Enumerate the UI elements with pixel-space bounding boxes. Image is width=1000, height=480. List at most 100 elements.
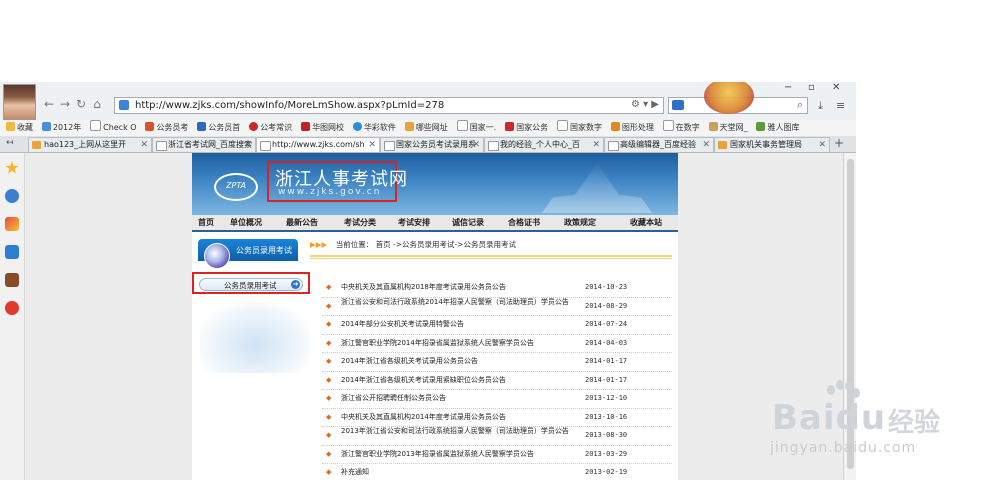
- menu-policies[interactable]: 政策规定: [564, 215, 596, 230]
- forward-arrow-icon[interactable]: →: [58, 97, 72, 111]
- app-store-icon[interactable]: [5, 217, 19, 231]
- notice-row[interactable]: ◆ 中央机关及其直属机构2018年度考试录用公务员公告 2014-10-23: [322, 279, 672, 298]
- bookmark-item[interactable]: 国家一.: [456, 120, 496, 136]
- side-button-label: 公务员录用考试: [224, 281, 277, 290]
- menu-categories[interactable]: 考试分类: [344, 215, 376, 230]
- new-tab-icon[interactable]: +: [834, 136, 844, 150]
- close-tab-icon[interactable]: ✕: [702, 138, 710, 152]
- menu-certificates[interactable]: 合格证书: [508, 215, 540, 230]
- bookmark-item[interactable]: 哪些网址: [404, 120, 448, 136]
- close-tab-icon[interactable]: ✕: [818, 138, 826, 152]
- tab-favicon: [718, 141, 727, 149]
- side-header-label: 公务员录用考试: [236, 246, 292, 255]
- notice-date: 2013-12-10: [585, 394, 628, 402]
- notice-title[interactable]: 2014年部分公安机关考试录用特警公告: [341, 320, 581, 329]
- tab-zjks-active[interactable]: http://www.zjks.com/sh ✕: [256, 137, 380, 152]
- tab-history-icon[interactable]: ↤: [6, 138, 14, 148]
- favorites-star-icon[interactable]: [5, 161, 19, 174]
- notice-row[interactable]: ◆ 2014年浙江省各级机关考试录用紧缺职位公务员公告 2014-01-17: [322, 372, 672, 390]
- bookmark-item[interactable]: 2012年: [41, 120, 81, 136]
- tab-my-experience[interactable]: 我的经验_个人中心_百 ✕: [484, 137, 604, 152]
- breadcrumb: ▶▶▶ 当前位置： 首页 ->公务员录用考试->公务员录用考试: [310, 239, 670, 253]
- notice-row[interactable]: ◆ 浙江省公开招聘聘任制公务员公告 2013-12-10: [322, 390, 672, 409]
- menu-home[interactable]: 首页: [198, 215, 214, 230]
- reload-icon[interactable]: ↻: [74, 97, 88, 111]
- bookmark-item[interactable]: 公考常识: [249, 120, 292, 136]
- notice-title[interactable]: 浙江省公开招聘聘任制公务员公告: [341, 394, 581, 403]
- menu-about[interactable]: 单位概况: [230, 215, 262, 230]
- notice-row[interactable]: ◆ 补充通知 2013-02-19: [322, 464, 672, 480]
- close-tab-icon[interactable]: ✕: [140, 138, 148, 152]
- tab-hao123[interactable]: hao123_上网从这里开 ✕: [28, 137, 152, 152]
- tab-civil-service[interactable]: 国家公务员考试录用系 ✕: [380, 137, 484, 152]
- breadcrumb-path[interactable]: 首页 ->公务员录用考试->公务员录用考试: [376, 240, 516, 249]
- notice-title[interactable]: 浙江警官职业学院2013年招录省属监狱系统人民警察学员公告: [341, 450, 581, 459]
- notice-title[interactable]: 2014年浙江省各级机关考试录用公务员公告: [341, 357, 581, 366]
- address-bar[interactable]: http://www.zjks.com/showInfo/MoreLmShow.…: [114, 97, 664, 114]
- notice-title[interactable]: 2013年浙江省公安和司法行政系统招录人民警察（司法助理员）学员公告: [341, 427, 581, 436]
- bookmark-item[interactable]: 在数字: [662, 120, 700, 136]
- notice-row[interactable]: ◆ 2013年浙江省公安和司法行政系统招录人民警察（司法助理员）学员公告 2013-…: [322, 427, 672, 446]
- notice-row[interactable]: ◆ 2014年浙江省各级机关考试录用公务员公告 2014-01-17: [322, 353, 672, 372]
- download-icon[interactable]: ⤓: [818, 99, 823, 113]
- bookmark-item[interactable]: Check O: [90, 120, 137, 136]
- bullet-icon: ◆: [326, 449, 332, 458]
- close-tab-icon[interactable]: ✕: [368, 138, 376, 152]
- notice-row[interactable]: ◆ 浙江省公安和司法行政系统2014年招录人民警察（司法助理员）学员公告 2014-…: [322, 298, 672, 316]
- close-tab-icon[interactable]: ✕: [472, 138, 480, 152]
- menu-schedule[interactable]: 考试安排: [398, 215, 430, 230]
- site-banner: ZPTA 浙江人事考试网 www.zjks.gov.cn: [192, 153, 678, 215]
- notice-row[interactable]: ◆ 浙江警官职业学院2013年招录省属监狱系统人民警察学员公告 2013-03-29: [322, 446, 672, 464]
- bullet-icon: ◆: [326, 320, 332, 328]
- menu-icon[interactable]: ≡: [836, 99, 845, 112]
- menu-latest[interactable]: 最新公告: [286, 215, 318, 230]
- notice-date: 2014-08-29: [585, 301, 628, 310]
- close-icon[interactable]: ✕: [832, 82, 840, 93]
- tab-favicon: [488, 141, 499, 151]
- notice-title[interactable]: 补充通知: [341, 468, 581, 477]
- minimize-icon[interactable]: −: [784, 82, 792, 93]
- tab-government[interactable]: 国家机关事务管理局 ✕: [714, 137, 830, 152]
- bookmark-item[interactable]: 收藏: [6, 120, 33, 136]
- notice-date: 2014-04-03: [585, 338, 628, 347]
- notes-icon[interactable]: [5, 273, 19, 287]
- bookmark-item[interactable]: 公务员考: [145, 120, 188, 136]
- bookmark-item[interactable]: 国家公务: [505, 120, 548, 136]
- notice-list: ◆ 中央机关及其直属机构2018年度考试录用公务员公告 2014-10-23 ◆ 浙江省…: [322, 279, 672, 480]
- notice-row[interactable]: ◆ 中央机关及其直属机构2014年度考试录用公务员公告 2013-10-16: [322, 409, 672, 427]
- close-tab-icon[interactable]: ✕: [592, 138, 600, 152]
- notice-title[interactable]: 中央机关及其直属机构2014年度考试录用公务员公告: [341, 413, 581, 422]
- bookmark-item[interactable]: 华彩软件: [352, 120, 396, 136]
- search-icon[interactable]: ⌕: [797, 98, 803, 112]
- tab-favicon: [384, 141, 395, 151]
- menu-bookmark[interactable]: 收藏本站: [630, 215, 662, 230]
- menu-integrity[interactable]: 诚信记录: [452, 215, 484, 230]
- notice-title[interactable]: 2014年浙江省各级机关考试录用紧缺职位公务员公告: [341, 376, 581, 385]
- civil-service-exam-button[interactable]: 公务员录用考试 ➜: [199, 278, 303, 291]
- search-engine-icon[interactable]: [672, 100, 684, 110]
- bookmark-item[interactable]: 图形处理: [610, 120, 654, 136]
- tab-editor[interactable]: 高级编辑器_百度经验 ✕: [604, 137, 714, 152]
- restore-icon[interactable]: ▫: [808, 82, 815, 93]
- notice-title[interactable]: 浙江警官职业学院2014年招录省属监狱系统人民警察学员公告: [341, 339, 581, 348]
- home-icon[interactable]: ⌂: [90, 97, 104, 111]
- close-tab-icon[interactable]: ✕: [244, 138, 252, 152]
- back-arrow-icon[interactable]: ←: [42, 97, 56, 111]
- tab-search[interactable]: 浙江省考试网_百度搜索 ✕: [152, 137, 256, 152]
- bookmark-item[interactable]: 天堂网_: [708, 120, 748, 136]
- weibo-icon[interactable]: [5, 301, 19, 315]
- bookmark-item[interactable]: 华图网校: [301, 120, 344, 136]
- address-tools-icon[interactable]: ⚙ ▾ ▶: [631, 99, 659, 110]
- notice-row[interactable]: ◆ 浙江警官职业学院2014年招录省属监狱系统人民警察学员公告 2014-04-03: [322, 335, 672, 353]
- user-avatar[interactable]: [3, 84, 36, 120]
- bookmark-item[interactable]: 公务员首: [197, 120, 240, 136]
- notice-date: 2014-01-17: [585, 375, 628, 384]
- tieba-icon[interactable]: [5, 245, 19, 259]
- bookmark-item[interactable]: 国家数字: [556, 120, 602, 136]
- bullet-icon: ◆: [326, 394, 332, 402]
- bookmark-item[interactable]: 雅人图库: [756, 120, 799, 136]
- notice-title[interactable]: 中央机关及其直属机构2018年度考试录用公务员公告: [341, 283, 581, 292]
- notice-row[interactable]: ◆ 2014年部分公安机关考试录用特警公告 2014-07-24: [322, 316, 672, 335]
- notice-title[interactable]: 浙江省公安和司法行政系统2014年招录人民警察（司法助理员）学员公告: [341, 298, 581, 307]
- weibo-sync-icon[interactable]: [5, 189, 19, 203]
